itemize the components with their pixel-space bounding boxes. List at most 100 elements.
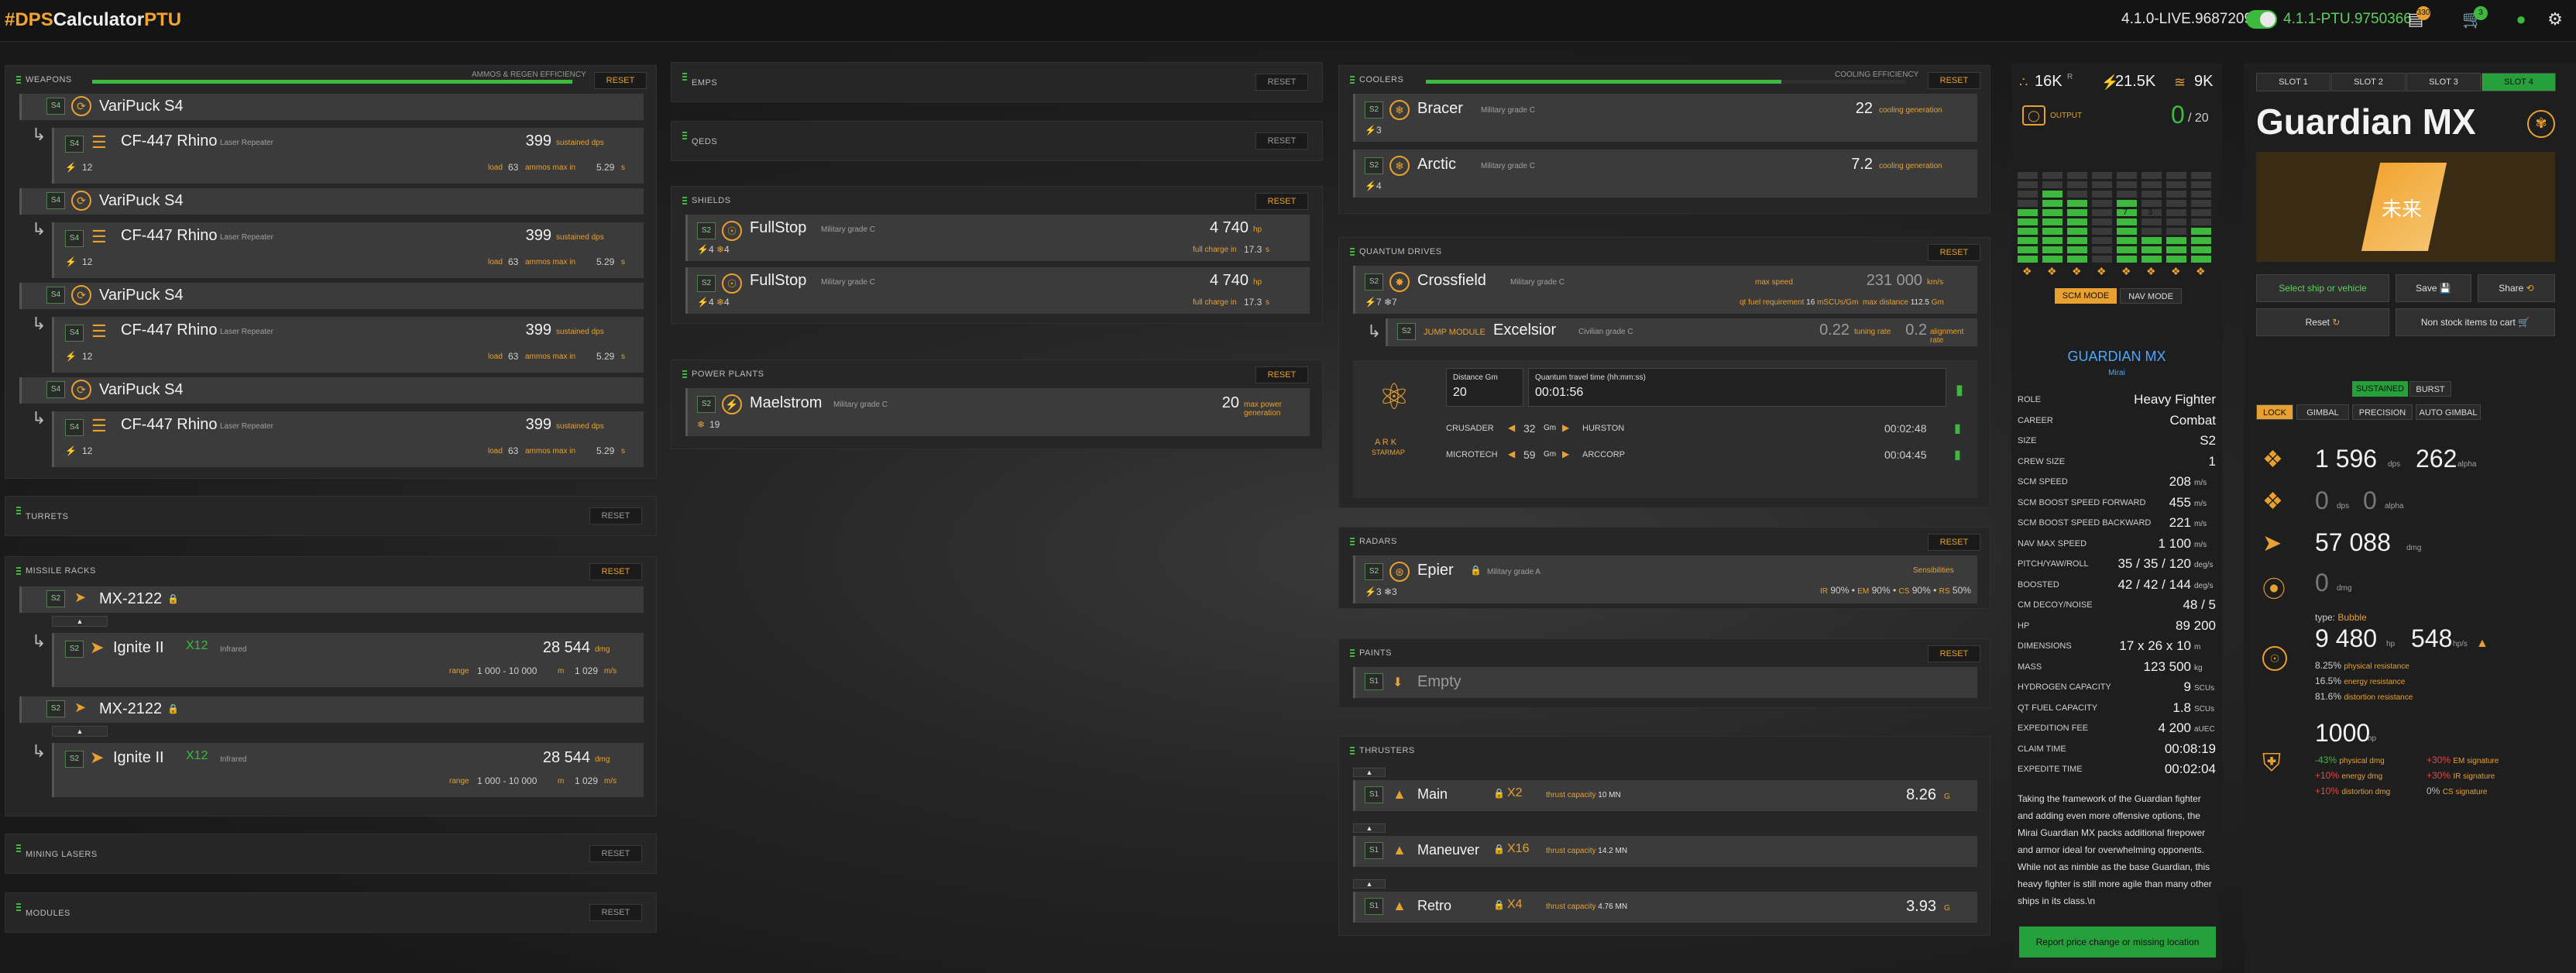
drag-handle-icon[interactable] bbox=[1350, 649, 1355, 658]
drag-handle-icon[interactable] bbox=[1350, 538, 1355, 547]
power-bar-segment[interactable] bbox=[2092, 246, 2112, 253]
power-bar-segment[interactable] bbox=[2092, 191, 2112, 198]
thruster-row[interactable]: S1 ▲ Retro 🔒 X4 thrust capacity 4.76 MN 3.93 G bbox=[1353, 892, 1977, 923]
thruster-row[interactable]: S1 ▲ Main 🔒 X2 thrust capacity 10 MN 8.26 G bbox=[1353, 780, 1977, 811]
power-bar-segment[interactable] bbox=[2018, 172, 2038, 179]
power-bar-segment[interactable] bbox=[2092, 218, 2112, 225]
coolers-reset-button[interactable]: RESET bbox=[1928, 72, 1980, 89]
missile-row[interactable]: S2 ➤ Ignite II X12 Infrared 28 544 dmg range 1 0… bbox=[52, 743, 644, 797]
power-bar-segment[interactable] bbox=[2142, 191, 2162, 198]
power-bar-segment[interactable] bbox=[2191, 237, 2211, 244]
gimbal-mount-row[interactable]: S4 ⟳ VariPuck S4 bbox=[19, 377, 644, 404]
jump-module-row[interactable]: S2 JUMP MODULE Excelsior Civilian grade … bbox=[1386, 318, 1977, 346]
weapon-row[interactable]: S4 ☰ CF-447 Rhino Laser Repeater ⚡ 12 399 susta… bbox=[52, 317, 644, 373]
notes-icon[interactable]: ▤ 330 bbox=[2404, 6, 2430, 33]
power-bar-segment[interactable] bbox=[2092, 209, 2112, 216]
power-bar-segment[interactable] bbox=[2142, 172, 2162, 179]
select-ship-button[interactable]: Select ship or vehicle bbox=[2256, 274, 2389, 302]
power-bar-segment[interactable] bbox=[2166, 228, 2186, 235]
burst-mode-button[interactable]: BURST bbox=[2409, 381, 2451, 397]
chevron-right-icon[interactable]: ▶ bbox=[1562, 422, 1569, 433]
shield-row[interactable]: S2 ☉ FullStop Military grade C ⚡4 ❄4 4 740 hp f… bbox=[685, 267, 1310, 314]
collapse-button[interactable]: ▲ bbox=[1353, 879, 1386, 889]
aim-mode-gimbal[interactable]: GIMBAL bbox=[2296, 404, 2349, 420]
non-stock-to-cart-button[interactable]: Non stock items to cart 🛒 bbox=[2396, 308, 2555, 336]
drag-handle-icon[interactable] bbox=[16, 507, 21, 516]
thruster-row[interactable]: S1 ▲ Maneuver 🔒 X16 thrust capacity 14.2 MN bbox=[1353, 836, 1977, 867]
route-row[interactable]: CRUSADER ◀ 32 Gm ▶ HURSTON 00:02:48 ▮ bbox=[1446, 419, 1973, 441]
user-icon[interactable]: ● bbox=[2509, 6, 2533, 33]
power-bar-segment[interactable] bbox=[2067, 237, 2087, 244]
power-bar-segment[interactable] bbox=[2142, 256, 2162, 263]
power-bar-segment[interactable] bbox=[2166, 218, 2186, 225]
power-bar-segment[interactable] bbox=[2018, 256, 2038, 263]
power-bar-segment[interactable] bbox=[2067, 256, 2087, 263]
power-bar-segment[interactable] bbox=[2067, 172, 2087, 179]
scm-mode-button[interactable]: SCM MODE bbox=[2055, 288, 2117, 304]
power-bar-segment[interactable] bbox=[2117, 246, 2137, 253]
power-bar-segment[interactable] bbox=[2166, 200, 2186, 207]
drag-handle-icon[interactable] bbox=[1350, 76, 1355, 85]
drag-handle-icon[interactable] bbox=[1350, 747, 1355, 756]
power-bar-segment[interactable] bbox=[2042, 191, 2063, 198]
power-bar-segment[interactable] bbox=[2067, 218, 2087, 225]
shield-row[interactable]: S2 ☉ FullStop Military grade C ⚡4 ❄4 4 740 hp f… bbox=[685, 215, 1310, 261]
settings-gear-icon[interactable]: ⚙ bbox=[2543, 6, 2567, 33]
power-bar-segment[interactable] bbox=[2166, 172, 2186, 179]
power-bar-segment[interactable] bbox=[2166, 246, 2186, 253]
power-bar-segment[interactable] bbox=[2166, 181, 2186, 188]
weapon-row[interactable]: S4 ☰ CF-447 Rhino Laser Repeater ⚡ 12 399 susta… bbox=[52, 411, 644, 467]
power-bar-segment[interactable] bbox=[2191, 228, 2211, 235]
power-bar-segment[interactable] bbox=[2067, 181, 2087, 188]
aim-mode-precision[interactable]: PRECISION bbox=[2352, 404, 2413, 420]
collapse-button[interactable]: ▲ bbox=[1353, 823, 1386, 833]
paint-row[interactable]: S1 ⬇ Empty bbox=[1353, 667, 1977, 698]
power-bar-segment[interactable] bbox=[2191, 181, 2211, 188]
chevron-left-icon[interactable]: ◀ bbox=[1508, 422, 1515, 433]
nav-mode-button[interactable]: NAV MODE bbox=[2120, 288, 2182, 304]
turrets-reset-button[interactable]: RESET bbox=[589, 507, 642, 524]
power-bar-segment[interactable] bbox=[2117, 181, 2137, 188]
cooler-row[interactable]: S2 ❄ Arctic Military grade C ⚡4 7.2 cooling ge… bbox=[1353, 150, 1977, 198]
power-bar-segment[interactable] bbox=[2117, 191, 2137, 198]
power-bar-segment[interactable] bbox=[2042, 256, 2063, 263]
missiles-reset-button[interactable]: RESET bbox=[589, 563, 642, 580]
power-bar-segment[interactable] bbox=[2092, 200, 2112, 207]
live-version[interactable]: 4.1.0-LIVE.9687209 bbox=[2121, 11, 2252, 28]
reset-loadout-button[interactable]: Reset ↻ bbox=[2256, 308, 2389, 336]
drag-handle-icon[interactable] bbox=[16, 903, 21, 913]
power-bar-segment[interactable] bbox=[2018, 228, 2038, 235]
shields-reset-button[interactable]: RESET bbox=[1255, 193, 1308, 210]
cooler-row[interactable]: S2 ❄ Bracer Military grade C ⚡3 22 cooling gen… bbox=[1353, 94, 1977, 142]
power-bar-segment[interactable] bbox=[2018, 191, 2038, 198]
weapons-reset-button[interactable]: RESET bbox=[594, 72, 647, 89]
quantum-drive-row[interactable]: S2 ✸ Crossfield Military grade C ⚡7 ❄7 m… bbox=[1353, 266, 1977, 314]
power-bar-segment[interactable] bbox=[2117, 237, 2137, 244]
radar-row[interactable]: S2 ⊛ Epier 🔒 Military grade A ⚡3 ❄3 Sens… bbox=[1353, 555, 1977, 603]
power-bar-segment[interactable] bbox=[2092, 237, 2112, 244]
slot-tab-3[interactable]: SLOT 3 bbox=[2406, 73, 2481, 91]
emps-reset-button[interactable]: RESET bbox=[1255, 74, 1308, 91]
power-bar-segment[interactable] bbox=[2166, 209, 2186, 216]
power-bar-segment[interactable] bbox=[2191, 172, 2211, 179]
power-bar-segment[interactable] bbox=[2191, 256, 2211, 263]
power-bar-segment[interactable] bbox=[2067, 228, 2087, 235]
power-bar-segment[interactable] bbox=[2166, 256, 2186, 263]
power-bar-segment[interactable] bbox=[2142, 200, 2162, 207]
power-bar-segment[interactable] bbox=[2018, 209, 2038, 216]
drag-handle-icon[interactable] bbox=[16, 567, 21, 576]
power-bar-segment[interactable] bbox=[2142, 246, 2162, 253]
power-bar-segment[interactable] bbox=[2018, 218, 2038, 225]
weapon-row[interactable]: S4 ☰ CF-447 Rhino Laser Repeater ⚡ 12 399 susta… bbox=[52, 222, 644, 278]
power-bar-segment[interactable] bbox=[2067, 200, 2087, 207]
slot-tab-1[interactable]: SLOT 1 bbox=[2256, 73, 2330, 91]
collapse-button[interactable]: ▲ bbox=[52, 726, 108, 737]
mining-reset-button[interactable]: RESET bbox=[589, 845, 642, 862]
radars-reset-button[interactable]: RESET bbox=[1928, 534, 1980, 551]
power-bar-segment[interactable] bbox=[2142, 237, 2162, 244]
power-reset-button[interactable]: RESET bbox=[1255, 366, 1308, 383]
power-plant-row[interactable]: S2 ⚡ Maelstrom Military grade C ❄ 19 20 … bbox=[685, 388, 1310, 436]
missile-rack-row[interactable]: S2 ➤ MX-2122 🔒 bbox=[19, 696, 644, 723]
collapse-button[interactable]: ▲ bbox=[1353, 768, 1386, 777]
drag-handle-icon[interactable] bbox=[1350, 248, 1355, 257]
